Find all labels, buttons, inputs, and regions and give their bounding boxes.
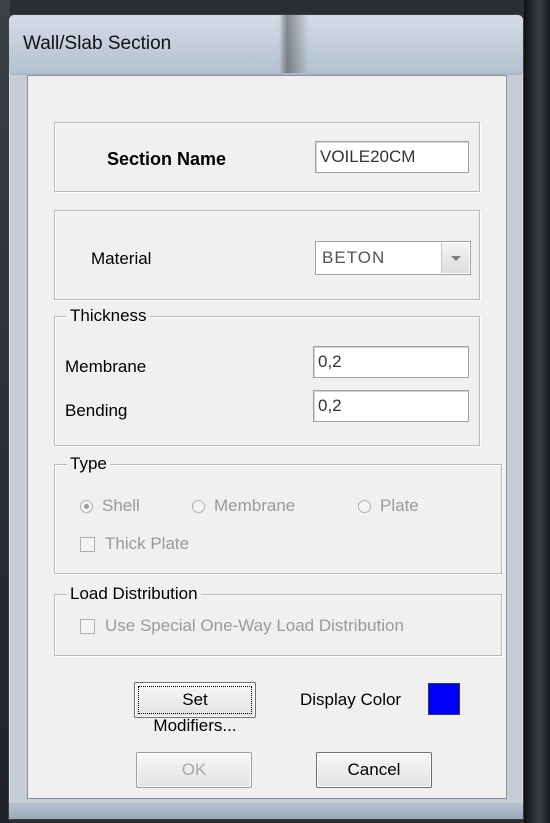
thickness-legend: Thickness [67,306,150,326]
membrane-thickness-input[interactable]: 0,2 [313,346,469,378]
bending-thickness-input[interactable]: 0,2 [313,390,469,422]
type-group: Type Shell Membrane Plate Thick Plate [54,454,502,574]
one-way-load-label: Use Special One-Way Load Distribution [105,616,404,635]
bending-label: Bending [65,401,128,420]
material-selected-value: BETON [322,248,386,267]
chevron-down-icon [451,256,461,261]
material-select[interactable]: BETON [315,241,471,275]
ok-button[interactable]: OK [136,752,252,788]
membrane-label: Membrane [65,357,147,376]
radio-unselected-icon [358,500,371,513]
window-bottom-edge [9,803,523,819]
dialog-client-area: Section Name VOILE20CM Material BETON Th… [27,75,507,799]
background-right [524,0,550,823]
section-name-label: Section Name [107,149,227,169]
display-color-label: Display Color [300,690,402,709]
title-bar[interactable]: Wall/Slab Section [9,15,523,73]
thickness-group: Thickness Membrane 0,2 Bending 0,2 [54,306,480,446]
display-color-swatch[interactable] [428,683,460,715]
cancel-button[interactable]: Cancel [316,752,432,788]
radio-plate-label: Plate [380,496,419,515]
set-modifiers-label: Set Modifiers... [138,686,252,735]
section-name-input[interactable]: VOILE20CM [315,141,469,173]
dialog-title: Wall/Slab Section [23,33,172,54]
radio-selected-icon [80,500,93,513]
thick-plate-label: Thick Plate [105,534,190,553]
material-group: Material BETON [54,210,480,300]
section-name-group: Section Name VOILE20CM [54,122,480,192]
material-dropdown-button[interactable] [441,243,469,273]
load-distribution-legend: Load Distribution [67,584,201,604]
type-legend: Type [67,454,110,474]
radio-unselected-icon [192,500,205,513]
checkbox-icon [80,619,95,634]
material-label: Material [91,249,152,268]
set-modifiers-button[interactable]: Set Modifiers... [134,682,256,735]
wall-slab-section-dialog: Wall/Slab Section Section Name VOILE20CM… [8,14,524,820]
load-distribution-group: Load Distribution Use Special One-Way Lo… [54,584,502,656]
checkbox-icon [80,537,95,552]
radio-shell-label: Shell [102,496,140,515]
radio-membrane-label: Membrane [214,496,296,515]
